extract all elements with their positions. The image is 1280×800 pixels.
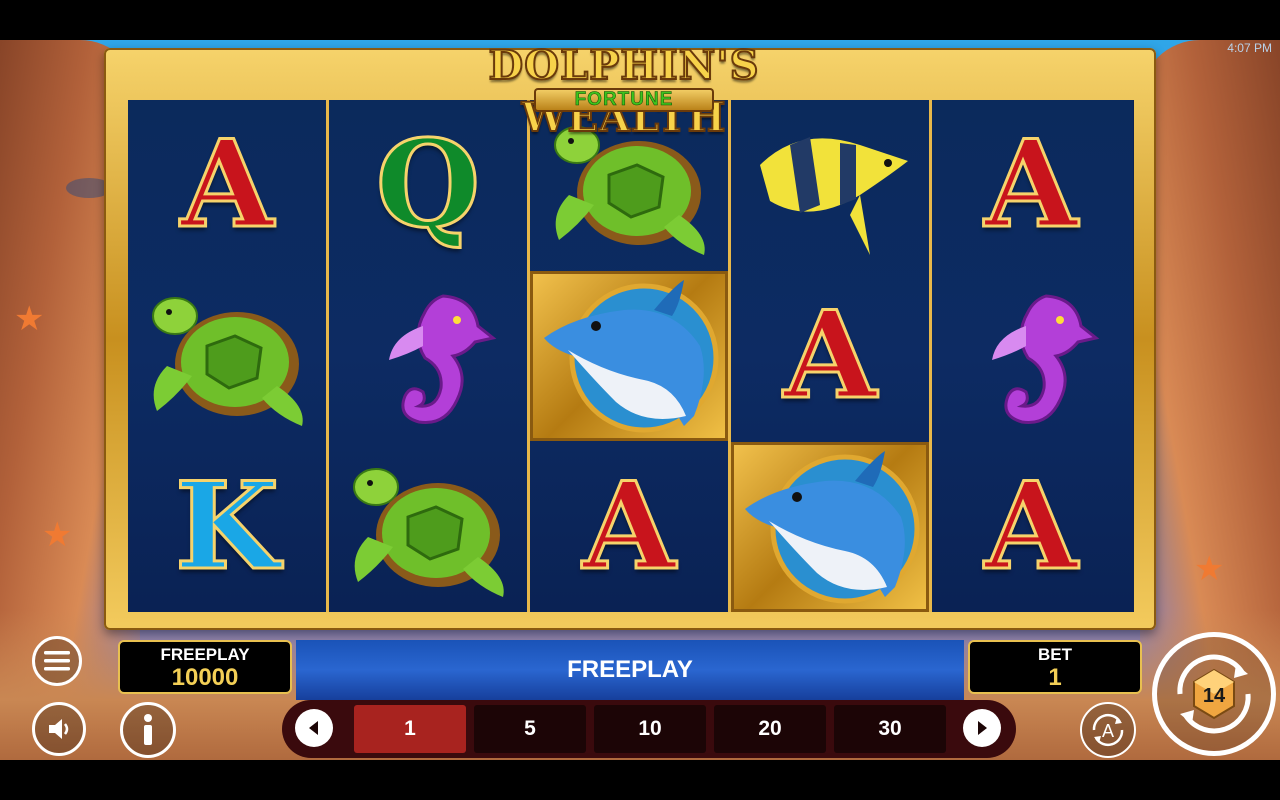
reel-cell-K: K xyxy=(128,442,326,612)
dolphin-icon xyxy=(544,280,719,433)
reel-2: Q xyxy=(329,100,530,612)
logo-subtitle: FORTUNE xyxy=(574,89,674,111)
seahorse-icon xyxy=(992,294,1100,425)
symbol-a: A xyxy=(983,456,1079,597)
autoplay-button[interactable]: A xyxy=(1080,702,1136,758)
bottom-letterbox xyxy=(0,760,1280,800)
status-time: 4:07 PM xyxy=(1227,41,1272,55)
balance-value: 10000 xyxy=(171,664,239,691)
message-banner: FREEPLAY xyxy=(296,640,964,700)
turtle-icon xyxy=(152,297,303,426)
bet-option-5[interactable]: 5 xyxy=(474,705,586,753)
reel-1: AK xyxy=(128,100,329,612)
bet-option-30[interactable]: 30 xyxy=(834,705,946,753)
balance-label: FREEPLAY xyxy=(160,645,250,664)
reel-cell-dolphin xyxy=(731,442,929,612)
symbol-a: A xyxy=(782,285,878,426)
spin-icon: 14 xyxy=(1177,654,1251,734)
starfish-icon: ★ xyxy=(1194,550,1225,588)
symbol-a: A xyxy=(983,114,1079,255)
reel-cell-turtle xyxy=(329,442,527,612)
game-logo: DOLPHIN'S WEALTH FORTUNE xyxy=(404,40,844,142)
arrow-left-icon xyxy=(309,721,318,735)
spin-button[interactable]: 14 xyxy=(1152,632,1276,756)
info-button[interactable] xyxy=(120,702,176,758)
sound-button[interactable] xyxy=(32,702,86,756)
bet-option-20[interactable]: 20 xyxy=(714,705,826,753)
symbol-a: A xyxy=(179,114,275,255)
arrow-right-icon xyxy=(978,721,987,735)
spin-counter: 14 xyxy=(1203,685,1226,707)
reel-cell-seahorse xyxy=(329,271,527,441)
bet-option-10[interactable]: 10 xyxy=(594,705,706,753)
hamburger-icon xyxy=(44,651,70,671)
bet-prev-button[interactable] xyxy=(295,709,333,747)
reel-4: A xyxy=(731,100,932,612)
reel-cell-dolphin xyxy=(530,271,728,441)
starfish-icon: ★ xyxy=(42,516,73,554)
reel-cell-seahorse xyxy=(932,271,1130,441)
turtle-icon xyxy=(353,468,504,597)
dolphin-icon xyxy=(745,451,920,604)
bet-label: BET xyxy=(1038,645,1072,664)
bet-value: 1 xyxy=(1048,664,1062,691)
symbol-a: A xyxy=(581,456,677,597)
reel-cell-turtle xyxy=(128,271,326,441)
bet-box: BET 1 xyxy=(968,640,1142,694)
seahorse-icon xyxy=(389,294,497,425)
starfish-icon: ★ xyxy=(14,300,45,338)
logo-subtitle-plate: FORTUNE xyxy=(534,88,714,112)
reel-5: AA xyxy=(932,100,1133,612)
autoplay-icon: A xyxy=(1092,713,1124,747)
balance-box: FREEPLAY 10000 xyxy=(118,640,292,694)
bet-next-button[interactable] xyxy=(963,709,1001,747)
reels-grid: AKQAAAA xyxy=(128,100,1134,612)
reel-3: A xyxy=(530,100,731,612)
info-icon xyxy=(144,714,152,745)
bet-option-1[interactable]: 1 xyxy=(354,705,466,753)
reel-cell-A: A xyxy=(731,271,929,441)
symbol-k: K xyxy=(173,456,280,597)
top-letterbox xyxy=(0,0,1280,40)
reel-cell-A: A xyxy=(530,442,728,612)
reel-cell-A: A xyxy=(932,442,1130,612)
speaker-icon xyxy=(49,719,69,739)
reel-cell-A: A xyxy=(932,100,1130,270)
autoplay-label: A xyxy=(1102,721,1114,741)
menu-button[interactable] xyxy=(32,636,82,686)
reel-cell-A: A xyxy=(128,100,326,270)
